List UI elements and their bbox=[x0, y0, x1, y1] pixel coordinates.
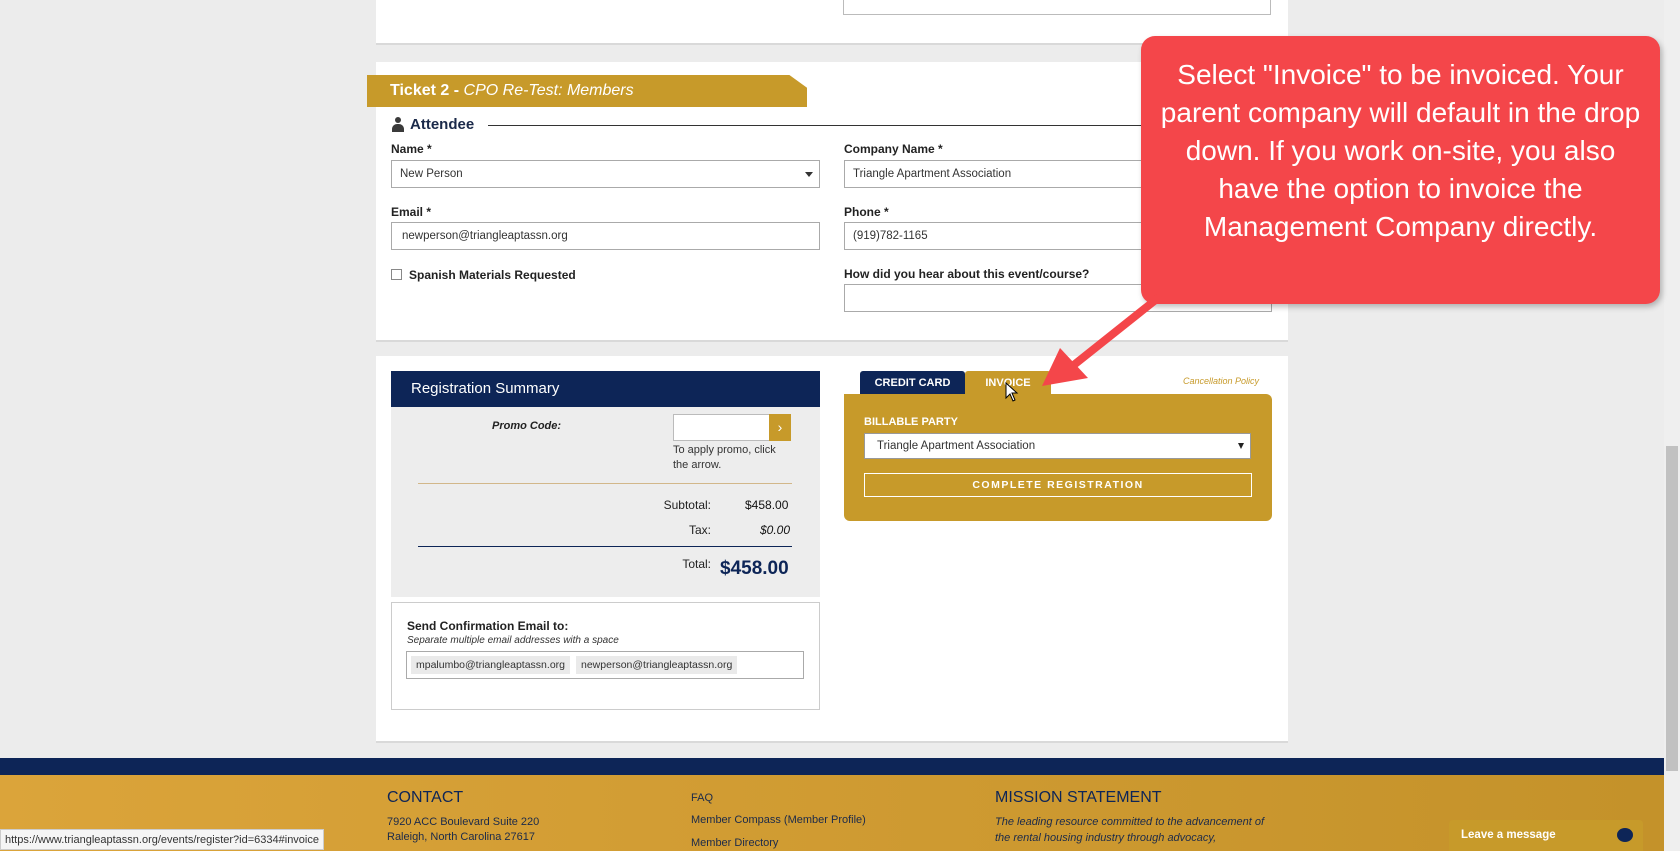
tax-label: Tax: bbox=[688, 523, 711, 537]
contact-address-line1: 7920 ACC Boulevard Suite 220 bbox=[387, 816, 540, 828]
footer-top-bar bbox=[0, 758, 1664, 775]
promo-label: Promo Code: bbox=[492, 420, 562, 432]
name-label: Name * bbox=[391, 142, 432, 156]
status-bar-url: https://www.triangleaptassn.org/events/r… bbox=[0, 829, 324, 850]
email-tag[interactable]: newperson@triangleaptassn.org bbox=[576, 656, 738, 674]
confirm-email-input[interactable]: mpalumbo@triangleaptassn.org newperson@t… bbox=[406, 651, 804, 679]
scrollbar-thumb[interactable] bbox=[1666, 446, 1678, 771]
mission-heading: MISSION STATEMENT bbox=[995, 789, 1162, 806]
tax-value: $0.00 bbox=[760, 523, 791, 537]
footer-link-faq[interactable]: FAQ bbox=[691, 790, 713, 806]
total-label: Total: bbox=[682, 557, 711, 571]
hear-label: How did you hear about this event/course… bbox=[844, 267, 1090, 281]
name-select[interactable]: New Person bbox=[391, 160, 820, 188]
billable-party-select[interactable]: Triangle Apartment Association bbox=[864, 433, 1251, 459]
confirm-label: Send Confirmation Email to: bbox=[407, 619, 569, 633]
promo-hint: To apply promo, click the arrow. bbox=[673, 444, 776, 471]
footer-link-member-directory[interactable]: Member Directory bbox=[691, 835, 778, 851]
billable-party-label: BILLABLE PARTY bbox=[864, 416, 958, 428]
email-tag[interactable]: mpalumbo@triangleaptassn.org bbox=[411, 656, 570, 674]
confirm-hint: Separate multiple email addresses with a… bbox=[407, 635, 619, 646]
footer-link-member-compass[interactable]: Member Compass (Member Profile) bbox=[691, 812, 866, 828]
dropdown-arrow-icon bbox=[1238, 443, 1244, 449]
callout-arrow-icon bbox=[1042, 294, 1162, 386]
ticket-title: Ticket 2 - CPO Re-Test: Members bbox=[367, 75, 807, 107]
total-value: $458.00 bbox=[720, 558, 789, 579]
promo-input[interactable] bbox=[673, 414, 770, 441]
complete-registration-button[interactable]: COMPLETE REGISTRATION bbox=[864, 473, 1252, 497]
promo-apply-button[interactable]: › bbox=[769, 414, 791, 441]
email-label: Email * bbox=[391, 205, 432, 219]
summary-divider bbox=[418, 483, 792, 484]
spanish-label: Spanish Materials Requested bbox=[409, 268, 576, 282]
mission-text: The leading resource committed to the ad… bbox=[995, 816, 1265, 844]
subtotal-label: Subtotal: bbox=[663, 498, 711, 512]
contact-address-line2: Raleigh, North Carolina 27617 bbox=[387, 831, 535, 843]
previous-field[interactable] bbox=[843, 0, 1271, 15]
summary-heading: Registration Summary bbox=[391, 371, 820, 407]
subtotal-value: $458.00 bbox=[745, 498, 789, 512]
chevron-down-icon bbox=[805, 172, 813, 177]
instruction-callout: Select "Invoice" to be invoiced. Your pa… bbox=[1141, 36, 1660, 304]
total-divider bbox=[418, 546, 792, 547]
attendee-heading: Attendee bbox=[392, 116, 474, 133]
tab-credit-card[interactable]: CREDIT CARD bbox=[860, 371, 965, 395]
chat-bubble-icon bbox=[1617, 828, 1633, 842]
spanish-checkbox[interactable] bbox=[391, 269, 402, 280]
company-label: Company Name * bbox=[844, 142, 943, 156]
person-icon bbox=[392, 117, 404, 132]
contact-heading: CONTACT bbox=[387, 789, 464, 806]
cancellation-policy-link[interactable]: Cancellation Policy bbox=[1183, 376, 1259, 386]
email-field[interactable]: newperson@triangleaptassn.org bbox=[391, 222, 820, 250]
cursor-icon bbox=[1005, 382, 1019, 402]
phone-label: Phone * bbox=[844, 205, 889, 219]
chat-widget[interactable]: Leave a message bbox=[1449, 820, 1643, 851]
